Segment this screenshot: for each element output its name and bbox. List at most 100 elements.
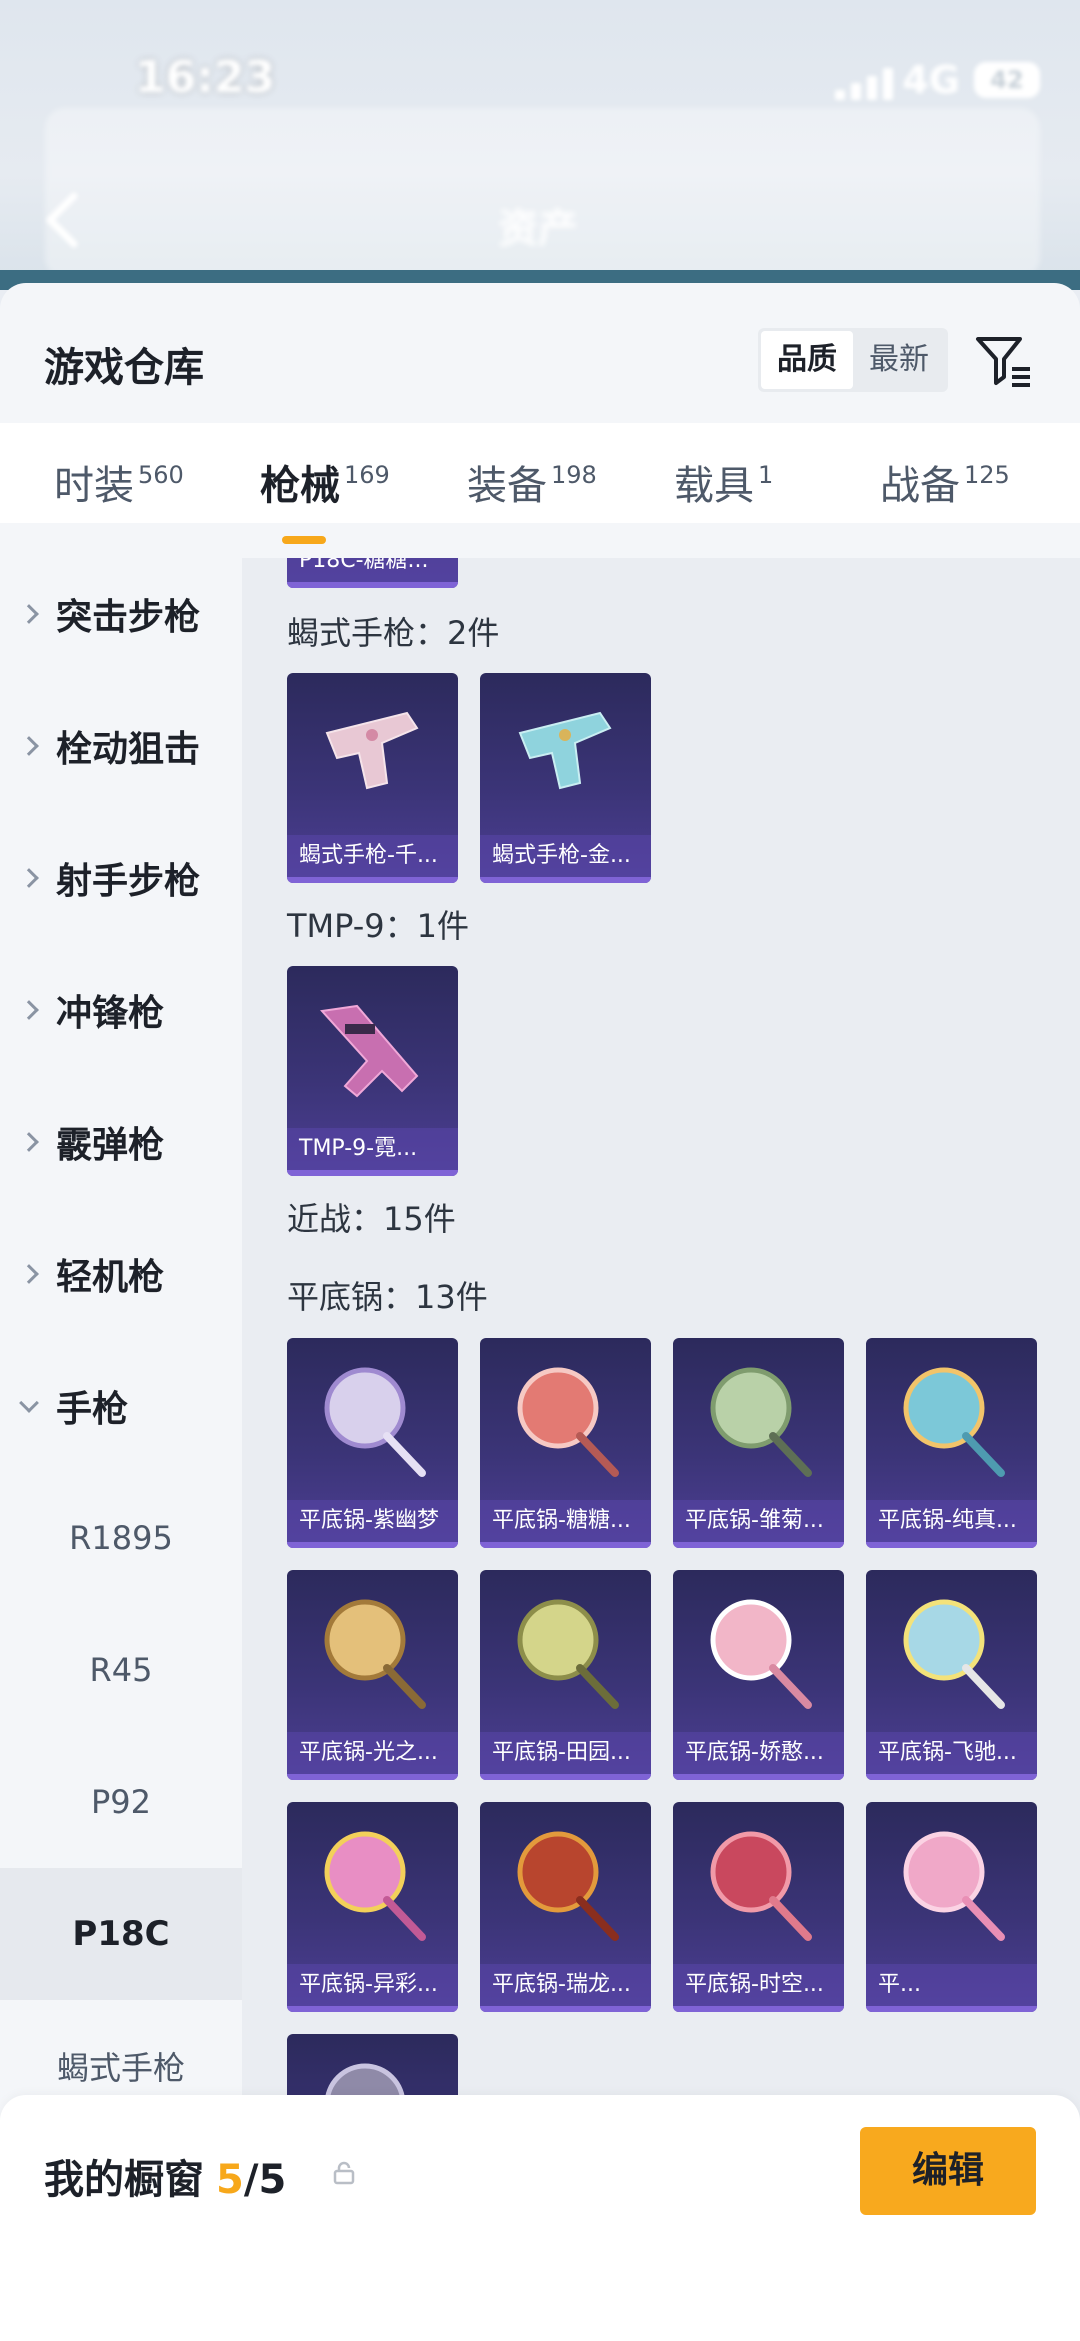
card-bar	[866, 2006, 1037, 2012]
pan-icon	[324, 1367, 426, 1477]
tab-count: 125	[964, 461, 1010, 489]
pan-icon	[710, 1599, 812, 1709]
showcase-count: 5	[216, 2157, 244, 2203]
showcase-title: 我的橱窗 5/5	[44, 2147, 286, 2205]
back-arrow-icon[interactable]	[42, 190, 82, 250]
pan-icon	[324, 1831, 426, 1941]
showcase-bar: 我的橱窗 5/5 编辑	[0, 2095, 1080, 2341]
item-card[interactable]: 平底锅-光之...	[287, 1570, 458, 1780]
sidebar-sub-r45[interactable]: R45	[0, 1604, 242, 1736]
card-bar	[287, 877, 458, 883]
pan-icon	[903, 1831, 1005, 1941]
tab-vehicles[interactable]: 载具 1	[674, 453, 773, 511]
item-card[interactable]: 平底锅-雏菊...	[673, 1338, 844, 1548]
tab-label: 战备	[880, 463, 960, 509]
tab-fashion[interactable]: 时装 560	[54, 453, 184, 511]
tab-count: 198	[551, 461, 597, 489]
sidebar-item-assault-rifle[interactable]: 突击步枪	[0, 548, 242, 680]
weapon-category-sidebar: 突击步枪 栓动狙击 射手步枪 冲锋枪 霰弹枪 轻机枪 手枪 R1895 R45 …	[0, 558, 242, 2208]
tab-label: 装备	[467, 463, 547, 509]
chevron-down-icon	[19, 1393, 39, 1413]
sort-toggle: 品质 最新	[758, 328, 948, 392]
lock-icon	[333, 2161, 355, 2185]
item-card-label: 蝎式手枪-金...	[480, 835, 651, 877]
pan-icon	[710, 1831, 812, 1941]
sidebar-item-label: 突击步枪	[56, 597, 201, 638]
chevron-right-icon	[19, 868, 39, 888]
chevron-right-icon	[19, 604, 39, 624]
item-card[interactable]: 平底锅-纯真...	[866, 1338, 1037, 1548]
sidebar-sub-p18c[interactable]: P18C	[0, 1868, 242, 2000]
item-card-label: 平底锅-雏菊...	[673, 1500, 844, 1542]
tab-label: 时装	[54, 463, 134, 509]
item-card[interactable]: 平...	[866, 1802, 1037, 2012]
item-card-label: 平...	[866, 1964, 1037, 2006]
card-bar	[287, 1170, 458, 1176]
pistol-icon	[325, 711, 419, 790]
battery-icon: 42	[974, 62, 1040, 98]
item-card-label: 平底锅-纯真...	[866, 1500, 1037, 1542]
sidebar-sub-r1895[interactable]: R1895	[0, 1472, 242, 1604]
item-card-label: TMP-9-霓...	[287, 1128, 458, 1170]
item-card-label: 平底锅-紫幽梦	[287, 1500, 458, 1542]
card-bar	[480, 1542, 651, 1548]
top-header: 16:23 4G 42 资产	[0, 0, 1080, 290]
sidebar-item-label: 手枪	[56, 1389, 129, 1430]
group-label-tmp9: TMP-9：1件	[287, 907, 470, 945]
sidebar-item-shotgun[interactable]: 霰弹枪	[0, 1076, 242, 1208]
sidebar-item-pistol[interactable]: 手枪	[0, 1340, 242, 1472]
card-bar	[673, 2006, 844, 2012]
item-card[interactable]: TMP-9-霓...	[287, 966, 458, 1176]
tab-label: 枪械	[260, 463, 340, 509]
card-bar	[480, 877, 651, 883]
pan-icon	[903, 1367, 1005, 1477]
tab-supplies[interactable]: 战备 125	[880, 453, 1010, 511]
chevron-right-icon	[19, 736, 39, 756]
card-bar	[866, 1542, 1037, 1548]
card-bar	[673, 1774, 844, 1780]
page-title: 游戏仓库	[44, 345, 204, 391]
sidebar-item-smg[interactable]: 冲锋枪	[0, 944, 242, 1076]
item-card[interactable]: 平底锅-瑞龙...	[480, 1802, 651, 2012]
sort-quality-button[interactable]: 品质	[761, 331, 853, 389]
item-card[interactable]: 平底锅-糖糖...	[480, 1338, 651, 1548]
sidebar-item-marksman[interactable]: 射手步枪	[0, 812, 242, 944]
tab-count: 1	[758, 461, 774, 489]
item-card[interactable]: 平底锅-紫幽梦	[287, 1338, 458, 1548]
item-card-label: 平底锅-田园...	[480, 1732, 651, 1774]
item-card-label: 蝎式手枪-千...	[287, 835, 458, 877]
filter-icon[interactable]	[974, 331, 1034, 391]
item-card-label: 平底锅-时空...	[673, 1964, 844, 2006]
sidebar-sub-p92[interactable]: P92	[0, 1736, 242, 1868]
card-bar	[287, 1542, 458, 1548]
chevron-right-icon	[19, 1264, 39, 1284]
pistol-icon	[518, 711, 612, 790]
item-card[interactable]: 平底锅-飞驰...	[866, 1570, 1037, 1780]
smg-icon	[320, 1004, 419, 1098]
pan-icon	[903, 1599, 1005, 1709]
item-card[interactable]: 蝎式手枪-金...	[480, 673, 651, 883]
tab-count: 169	[344, 461, 390, 489]
pan-icon	[324, 1599, 426, 1709]
signal-icon	[835, 68, 895, 100]
item-card[interactable]: 平底锅-异彩...	[287, 1802, 458, 2012]
sidebar-item-lmg[interactable]: 轻机枪	[0, 1208, 242, 1340]
item-card[interactable]: 平底锅-时空...	[673, 1802, 844, 2012]
sidebar-item-label: 霰弹枪	[56, 1125, 165, 1166]
item-card-label: 平底锅-异彩...	[287, 1964, 458, 2006]
edit-button[interactable]: 编辑	[860, 2127, 1036, 2215]
item-card[interactable]: 平底锅-田园...	[480, 1570, 651, 1780]
status-time: 16:23	[135, 52, 276, 103]
item-card-label: P18C-糖糖...	[287, 558, 458, 582]
item-card[interactable]: 平底锅-娇憨...	[673, 1570, 844, 1780]
warehouse-sheet: 游戏仓库 品质 最新 时装 560 枪械 169 装备 198 载具 1 战备 125 突…	[0, 283, 1080, 2341]
item-grid-panel: P18C-糖糖... 蝎式手枪：2件 蝎式手枪-千... 蝎式手枪-金... T…	[242, 558, 1080, 2208]
item-card[interactable]: 蝎式手枪-千...	[287, 673, 458, 883]
tab-guns[interactable]: 枪械 169	[260, 453, 390, 511]
sort-latest-button[interactable]: 最新	[853, 331, 945, 389]
sidebar-item-bolt-sniper[interactable]: 栓动狙击	[0, 680, 242, 812]
pan-icon	[517, 1831, 619, 1941]
item-card[interactable]: P18C-糖糖...	[287, 558, 458, 588]
tab-equipment[interactable]: 装备 198	[467, 453, 597, 511]
card-bar	[866, 1774, 1037, 1780]
